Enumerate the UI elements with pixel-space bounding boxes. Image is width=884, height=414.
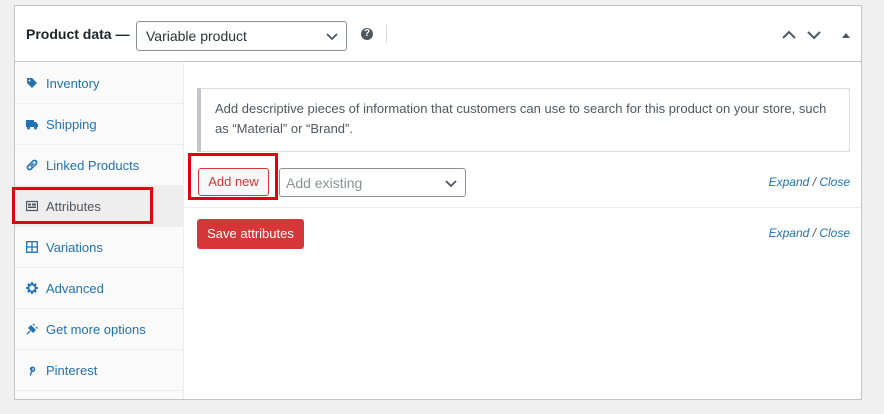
add-new-attribute-button[interactable]: Add new [198, 168, 269, 196]
help-icon[interactable]: ? [361, 28, 373, 40]
move-up-icon[interactable] [781, 28, 797, 42]
separator: / [809, 226, 820, 240]
tab-label: Linked Products [46, 158, 140, 173]
gear-icon [26, 282, 38, 294]
panel-header: Product data — Variable product ? [15, 6, 861, 62]
tab-label: Inventory [46, 76, 100, 91]
move-down-icon[interactable] [806, 28, 822, 42]
attributes-notice: Add descriptive pieces of information th… [197, 88, 850, 152]
expand-close-links: Expand / Close [769, 226, 850, 240]
chevron-down-icon [445, 180, 457, 188]
add-existing-placeholder: Add existing [286, 175, 363, 191]
tab-label: Advanced [46, 281, 104, 296]
collapse-toggle-icon[interactable] [838, 28, 854, 42]
link-icon [26, 159, 38, 171]
add-existing-attribute-select[interactable]: Add existing [279, 168, 466, 197]
list-view-icon [26, 200, 38, 212]
truck-icon [26, 120, 38, 130]
product-type-select[interactable]: Variable product [136, 21, 347, 51]
tab-inventory[interactable]: Inventory [15, 63, 183, 104]
close-link[interactable]: Close [819, 175, 850, 189]
tab-label: Get more options [46, 322, 146, 337]
chevron-down-icon [326, 33, 338, 41]
tab-label: Pinterest [46, 363, 98, 378]
tab-variations[interactable]: Variations [15, 227, 183, 268]
tab-label: Shipping [46, 117, 97, 132]
close-link[interactable]: Close [819, 226, 850, 240]
expand-close-links: Expand / Close [769, 175, 850, 189]
attributes-panel: Add descriptive pieces of information th… [185, 63, 861, 399]
expand-link[interactable]: Expand [769, 226, 810, 240]
tab-label: Variations [46, 240, 103, 255]
pinterest-icon [29, 366, 36, 376]
grid-icon [26, 241, 38, 253]
tab-attributes[interactable]: Attributes [15, 186, 183, 227]
plugin-icon [26, 323, 38, 335]
tab-get-more-options[interactable]: Get more options [15, 309, 183, 350]
tab-shipping[interactable]: Shipping [15, 104, 183, 145]
header-divider [386, 25, 387, 43]
product-data-tabs: Inventory Shipping Linked Products Attri… [15, 63, 184, 399]
product-type-value: Variable product [146, 28, 247, 44]
tab-label: Attributes [46, 199, 101, 214]
separator: / [809, 175, 820, 189]
product-data-panel: Product data — Variable product ? Invent… [14, 5, 862, 400]
expand-link[interactable]: Expand [769, 175, 810, 189]
save-attributes-button[interactable]: Save attributes [197, 219, 304, 249]
tab-advanced[interactable]: Advanced [15, 268, 183, 309]
tag-icon [27, 78, 37, 88]
attributes-toolbar: Add new Add existing Expand / Close [185, 152, 861, 208]
tab-pinterest[interactable]: Pinterest [15, 350, 183, 391]
panel-title: Product data — [26, 26, 130, 42]
tab-linked-products[interactable]: Linked Products [15, 145, 183, 186]
